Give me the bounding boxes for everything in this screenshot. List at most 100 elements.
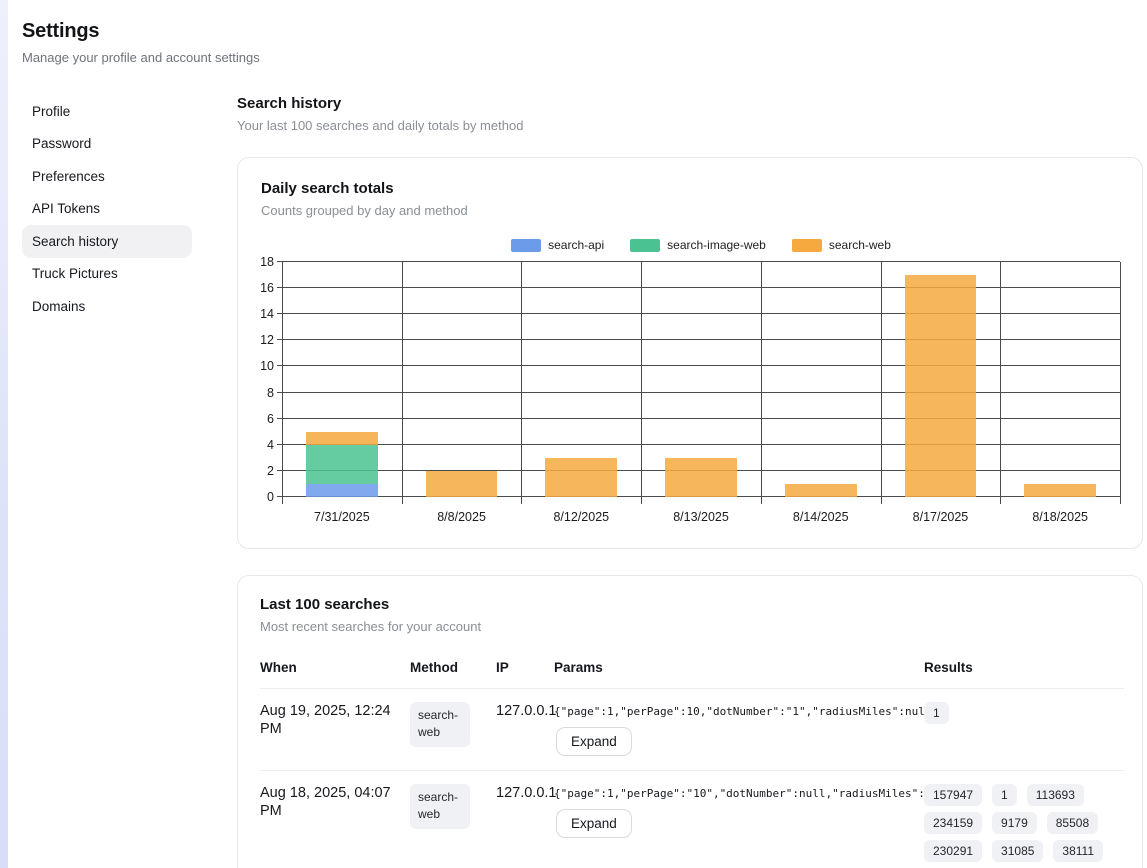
y-axis-label: 14 [260, 307, 274, 321]
y-axis-label: 10 [260, 359, 274, 373]
x-axis-label: 8/13/2025 [641, 497, 761, 524]
params-json: {"page":1,"perPage":"10","dotNumber":nul… [554, 784, 924, 800]
y-axis-label: 18 [260, 255, 274, 269]
chart-column-line [1120, 262, 1121, 504]
when-cell: Aug 19, 2025, 12:24 PM [260, 702, 410, 738]
y-axis-label: 8 [267, 386, 274, 400]
method-cell: search-web [410, 702, 496, 747]
col-header-when: When [260, 660, 410, 675]
y-axis-label: 16 [260, 281, 274, 295]
result-count-badge: 1 [924, 702, 949, 724]
params-json: {"page":1,"perPage":10,"dotNumber":"1","… [554, 702, 924, 718]
when-text: Aug 19, 2025, 12:24 PM [260, 703, 391, 737]
bar-stack-8/18/2025 [1024, 262, 1096, 497]
searches-card-subtitle: Most recent searches for your account [260, 619, 1124, 634]
result-count-badge: 1 [992, 784, 1017, 806]
result-count-badge: 38111 [1053, 840, 1103, 862]
bar-segment-search-web [545, 458, 617, 497]
section-subtitle: Your last 100 searches and daily totals … [237, 118, 1143, 133]
ip-text: 127.0.0.1 [496, 785, 556, 801]
sidebar-item-api-tokens[interactable]: API Tokens [22, 193, 192, 226]
legend-label: search-api [548, 238, 604, 252]
chart-column-line [402, 262, 403, 504]
sidebar-item-profile[interactable]: Profile [22, 95, 192, 128]
x-axis-label: 7/31/2025 [282, 497, 402, 524]
col-header-ip: IP [496, 660, 554, 675]
table-header-row: When Method IP Params Results [260, 660, 1124, 689]
params-cell: {"page":1,"perPage":"10","dotNumber":nul… [554, 784, 924, 838]
col-header-method: Method [410, 660, 496, 675]
method-badge: search-web [410, 784, 470, 829]
expand-button[interactable]: Expand [556, 809, 632, 838]
searches-table: When Method IP Params Results Aug 19, 20… [260, 660, 1124, 868]
col-header-results: Results [924, 660, 1124, 675]
y-axis-label: 0 [267, 490, 274, 504]
legend-label: search-image-web [667, 238, 766, 252]
result-count-badge: 157947 [924, 784, 982, 806]
window-edge-strip [0, 0, 8, 868]
section-title: Search history [237, 95, 1143, 112]
chart-column-line [282, 262, 283, 504]
results-cell: 1 [924, 702, 1124, 724]
result-count-badge: 9179 [992, 812, 1037, 834]
when-text: Aug 18, 2025, 04:07 PM [260, 785, 391, 819]
when-cell: Aug 18, 2025, 04:07 PM [260, 784, 410, 820]
sidebar-item-search-history[interactable]: Search history [22, 225, 192, 258]
sidebar-item-truck-pictures[interactable]: Truck Pictures [22, 258, 192, 291]
page-header: Settings Manage your profile and account… [22, 20, 260, 65]
result-count-badge: 113693 [1027, 784, 1084, 806]
bar-segment-search-web [1024, 484, 1096, 497]
sidebar-item-password[interactable]: Password [22, 128, 192, 161]
bar-segment-search-web [306, 432, 378, 445]
ip-text: 127.0.0.1 [496, 703, 556, 719]
result-count-badge: 85508 [1047, 812, 1098, 834]
x-axis-label: 8/8/2025 [402, 497, 522, 524]
daily-search-totals-card: Daily search totals Counts grouped by da… [237, 157, 1143, 549]
searches-table-body: Aug 19, 2025, 12:24 PM search-web 127.0.0.… [260, 689, 1124, 868]
chart-column-line [881, 262, 882, 504]
method-badge: search-web [410, 702, 470, 747]
searches-card-title: Last 100 searches [260, 596, 1124, 613]
page-title: Settings [22, 20, 260, 43]
x-axis-label: 8/12/2025 [521, 497, 641, 524]
legend-item-search-api: search-api [511, 238, 604, 252]
x-axis-label: 8/14/2025 [761, 497, 881, 524]
chart-column-line [641, 262, 642, 504]
x-axis-label: 8/17/2025 [881, 497, 1001, 524]
sidebar-item-preferences[interactable]: Preferences [22, 160, 192, 193]
legend-swatch-search-web [792, 239, 822, 252]
page-subtitle: Manage your profile and account settings [22, 50, 260, 65]
bar-stack-8/12/2025 [545, 262, 617, 497]
bar-segment-search-web [905, 275, 977, 497]
settings-sidebar: ProfilePasswordPreferencesAPI TokensSear… [22, 95, 192, 323]
ip-cell: 127.0.0.1 [496, 784, 554, 802]
bar-segment-search-image-web [306, 445, 378, 484]
params-cell: {"page":1,"perPage":10,"dotNumber":"1","… [554, 702, 924, 756]
chart-column-line [761, 262, 762, 504]
sidebar-item-domains[interactable]: Domains [22, 290, 192, 323]
table-row: Aug 19, 2025, 12:24 PM search-web 127.0.0.… [260, 689, 1124, 771]
bar-stack-7/31/2025 [306, 262, 378, 497]
bar-stack-8/13/2025 [665, 262, 737, 497]
bar-segment-search-web [665, 458, 737, 497]
result-count-badge: 31085 [992, 840, 1043, 862]
legend-item-search-image-web: search-image-web [630, 238, 766, 252]
chart-column-line [521, 262, 522, 504]
last-100-searches-card: Last 100 searches Most recent searches f… [237, 575, 1143, 868]
chart-plot [282, 262, 1120, 497]
result-count-badge: 234159 [924, 812, 982, 834]
bar-segment-search-api [306, 484, 378, 497]
x-axis-label: 8/18/2025 [1000, 497, 1120, 524]
bar-segment-search-web [785, 484, 857, 497]
ip-cell: 127.0.0.1 [496, 702, 554, 720]
y-axis-label: 6 [267, 412, 274, 426]
expand-button[interactable]: Expand [556, 727, 632, 756]
result-count-badge: 230291 [924, 840, 982, 862]
chart-column-line [1000, 262, 1001, 504]
table-row: Aug 18, 2025, 04:07 PM search-web 127.0.0.… [260, 771, 1124, 868]
bar-segment-search-web [426, 471, 498, 497]
legend-swatch-search-api [511, 239, 541, 252]
chart-card-subtitle: Counts grouped by day and method [261, 203, 1120, 218]
chart-legend: search-apisearch-image-websearch-web [282, 238, 1120, 252]
main-content: Search history Your last 100 searches an… [237, 95, 1143, 868]
